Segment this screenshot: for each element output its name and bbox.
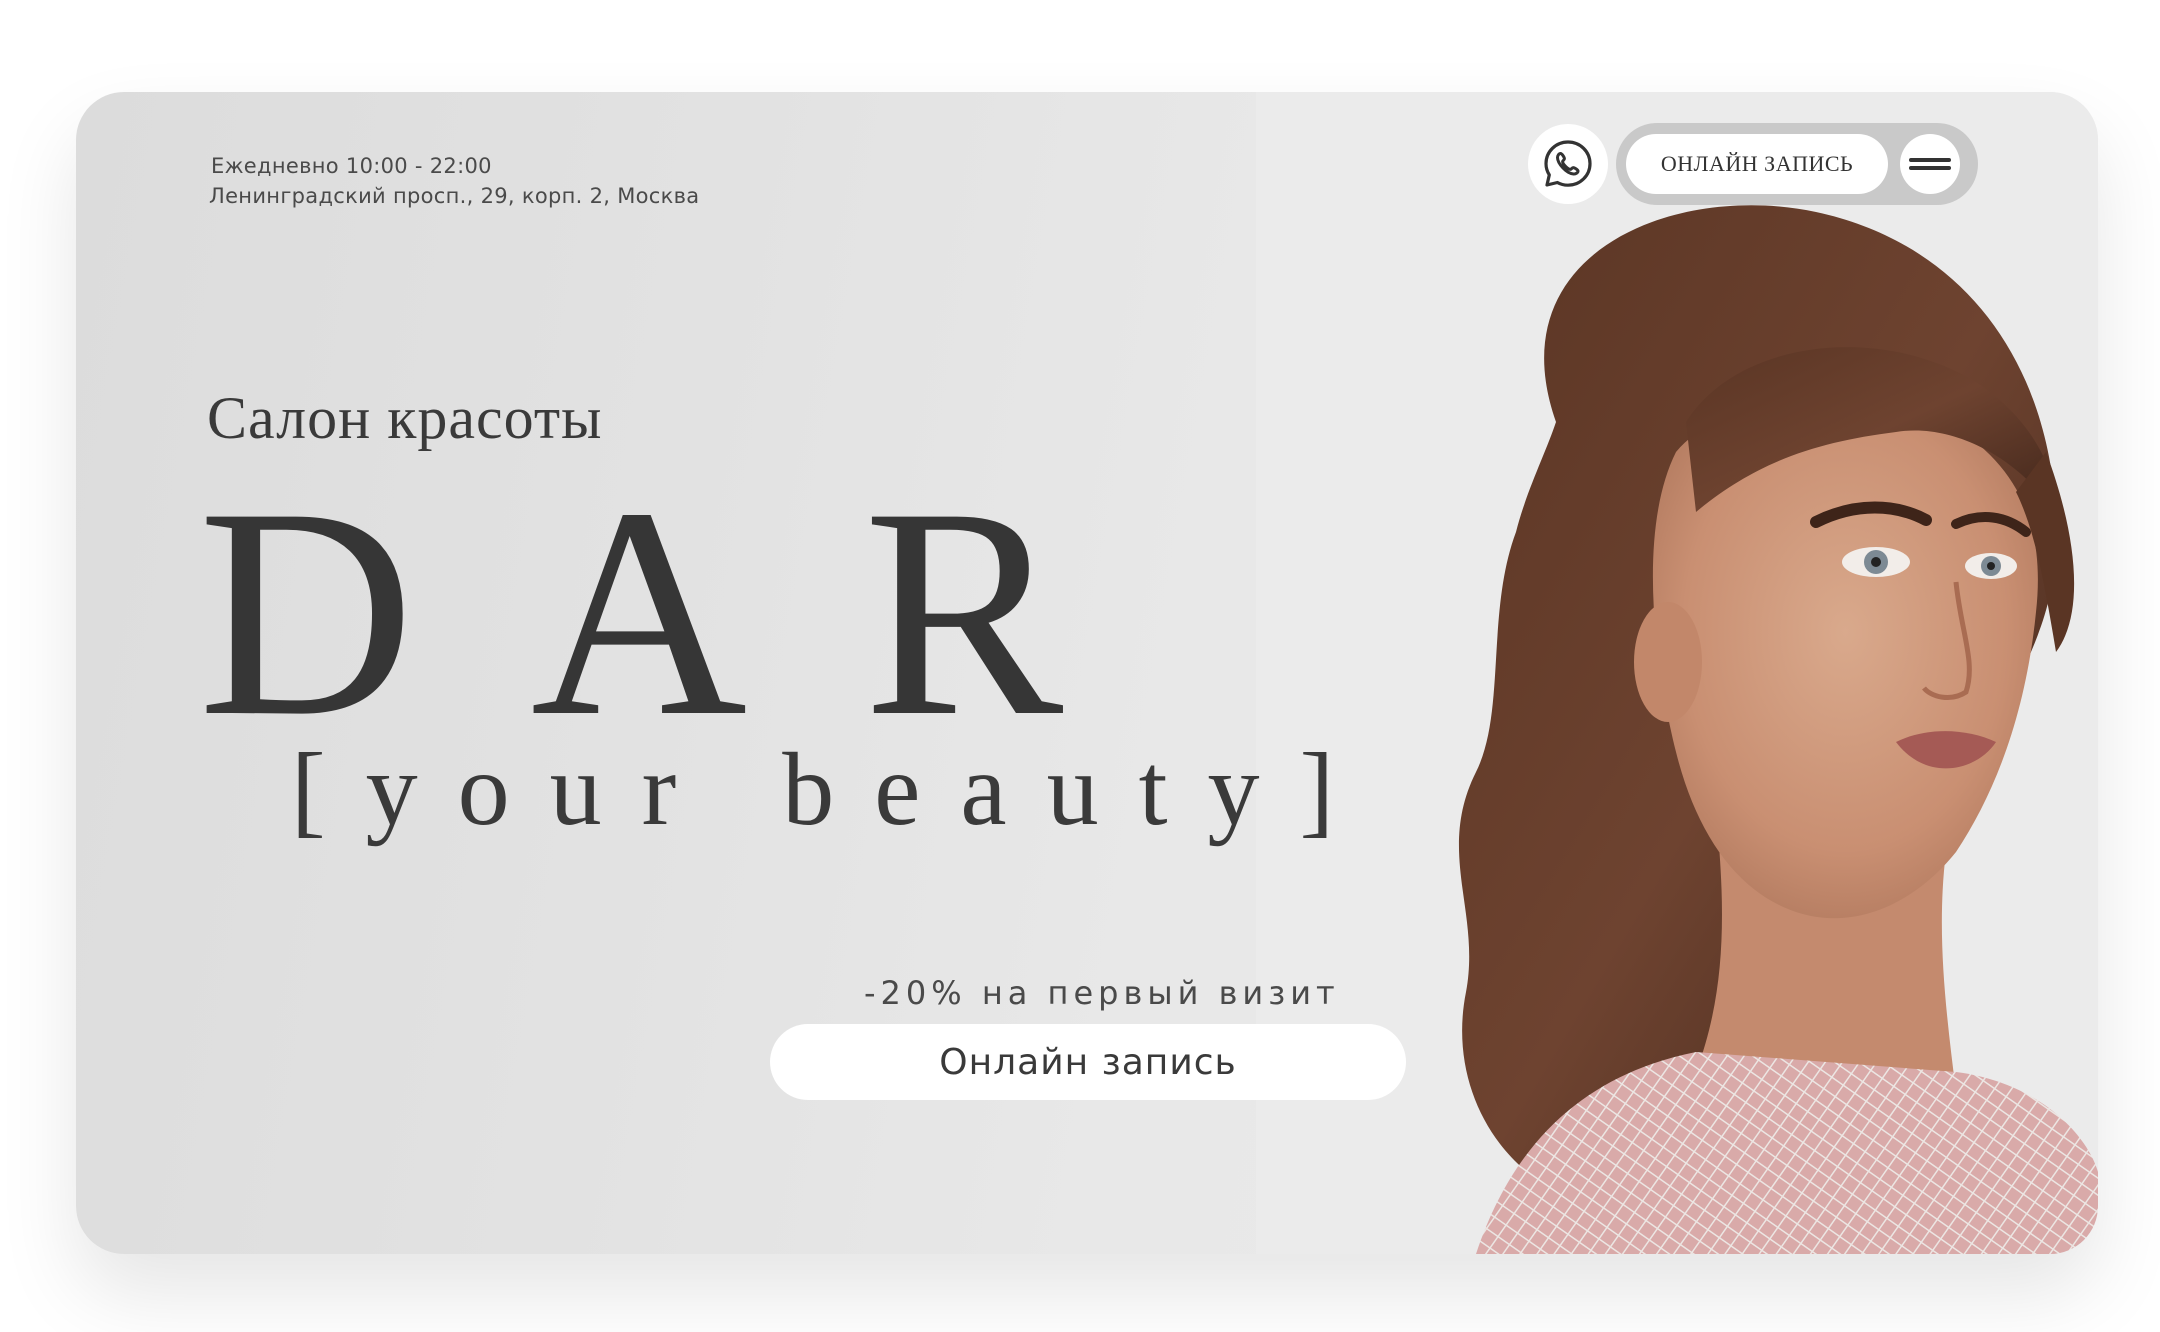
opening-hours: Ежедневно 10:00 - 22:00 [211,154,492,178]
whatsapp-button[interactable] [1528,124,1608,204]
hero-banner: Ежедневно 10:00 - 22:00 Ленинградский пр… [76,92,2098,1254]
hero-subtitle: Салон красоты [207,385,603,451]
promo-text: -20% на первый визит [864,974,1340,1012]
page: Ежедневно 10:00 - 22:00 Ленинградский пр… [0,0,2160,1332]
brand-tagline: [your beauty] [291,732,1375,847]
menu-button[interactable] [1900,134,1960,194]
header-actions: ОНЛАЙН ЗАПИСЬ [1528,122,1978,206]
header-pill-group: ОНЛАЙН ЗАПИСЬ [1616,123,1978,205]
whatsapp-icon [1544,140,1592,187]
header-online-booking-button[interactable]: ОНЛАЙН ЗАПИСЬ [1626,134,1888,194]
online-booking-button[interactable]: Онлайн запись [770,1024,1406,1100]
hamburger-menu-icon [1909,158,1951,170]
brand-name: DAR [198,446,1180,778]
salon-address: Ленинградский просп., 29, корп. 2, Москв… [209,184,700,208]
